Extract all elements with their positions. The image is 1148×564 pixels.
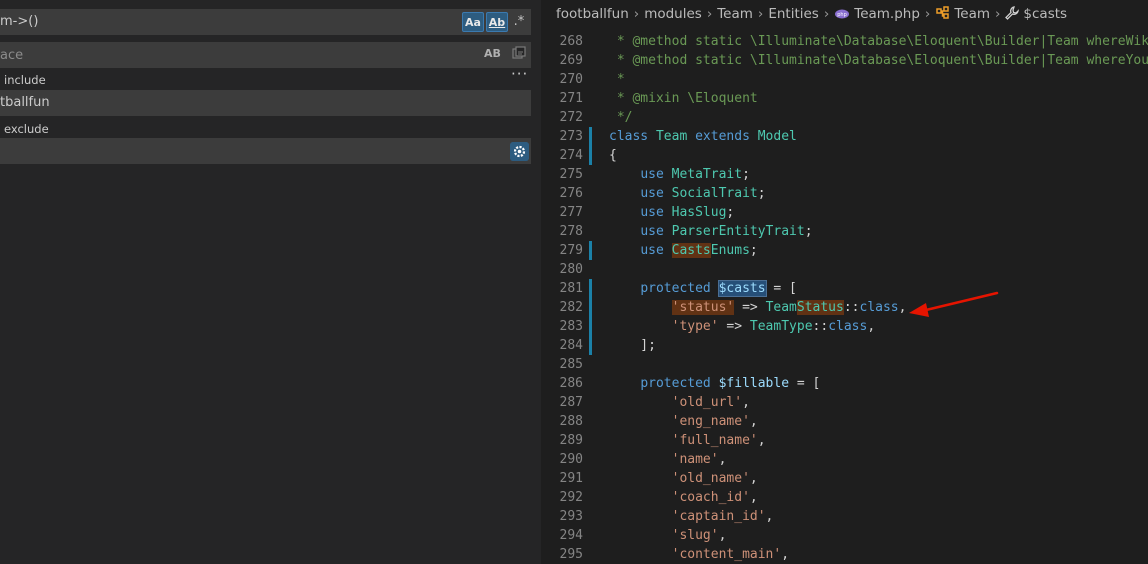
- include-label: include: [4, 73, 46, 87]
- whole-word-label: Ab: [488, 16, 506, 29]
- include-input[interactable]: tballfun: [0, 90, 531, 116]
- include-value[interactable]: tballfun: [0, 95, 50, 110]
- exclude-label: exclude: [4, 122, 49, 136]
- match-case-toggle[interactable]: Aa: [462, 12, 484, 32]
- red-arrow-annotation: [909, 291, 999, 317]
- exclude-input[interactable]: [0, 138, 531, 164]
- search-query[interactable]: m->(): [0, 14, 38, 29]
- use-exclude-settings-icon[interactable]: [510, 142, 529, 161]
- search-input[interactable]: m->() Aa Ab .*: [0, 9, 531, 35]
- whole-word-toggle[interactable]: Ab: [486, 12, 508, 32]
- replace-placeholder: ace: [0, 48, 24, 63]
- search-panel: m->() Aa Ab .* ace AB ··· include tballf…: [0, 0, 541, 564]
- preserve-case-toggle[interactable]: AB: [484, 47, 501, 60]
- replace-all-icon[interactable]: [511, 45, 527, 61]
- regex-toggle[interactable]: .*: [509, 12, 529, 32]
- code-editor: footballfun › modules › Team › Entities › php Tea…: [541, 0, 1148, 564]
- replace-input[interactable]: ace AB: [0, 42, 531, 68]
- more-options-icon[interactable]: ···: [511, 65, 528, 83]
